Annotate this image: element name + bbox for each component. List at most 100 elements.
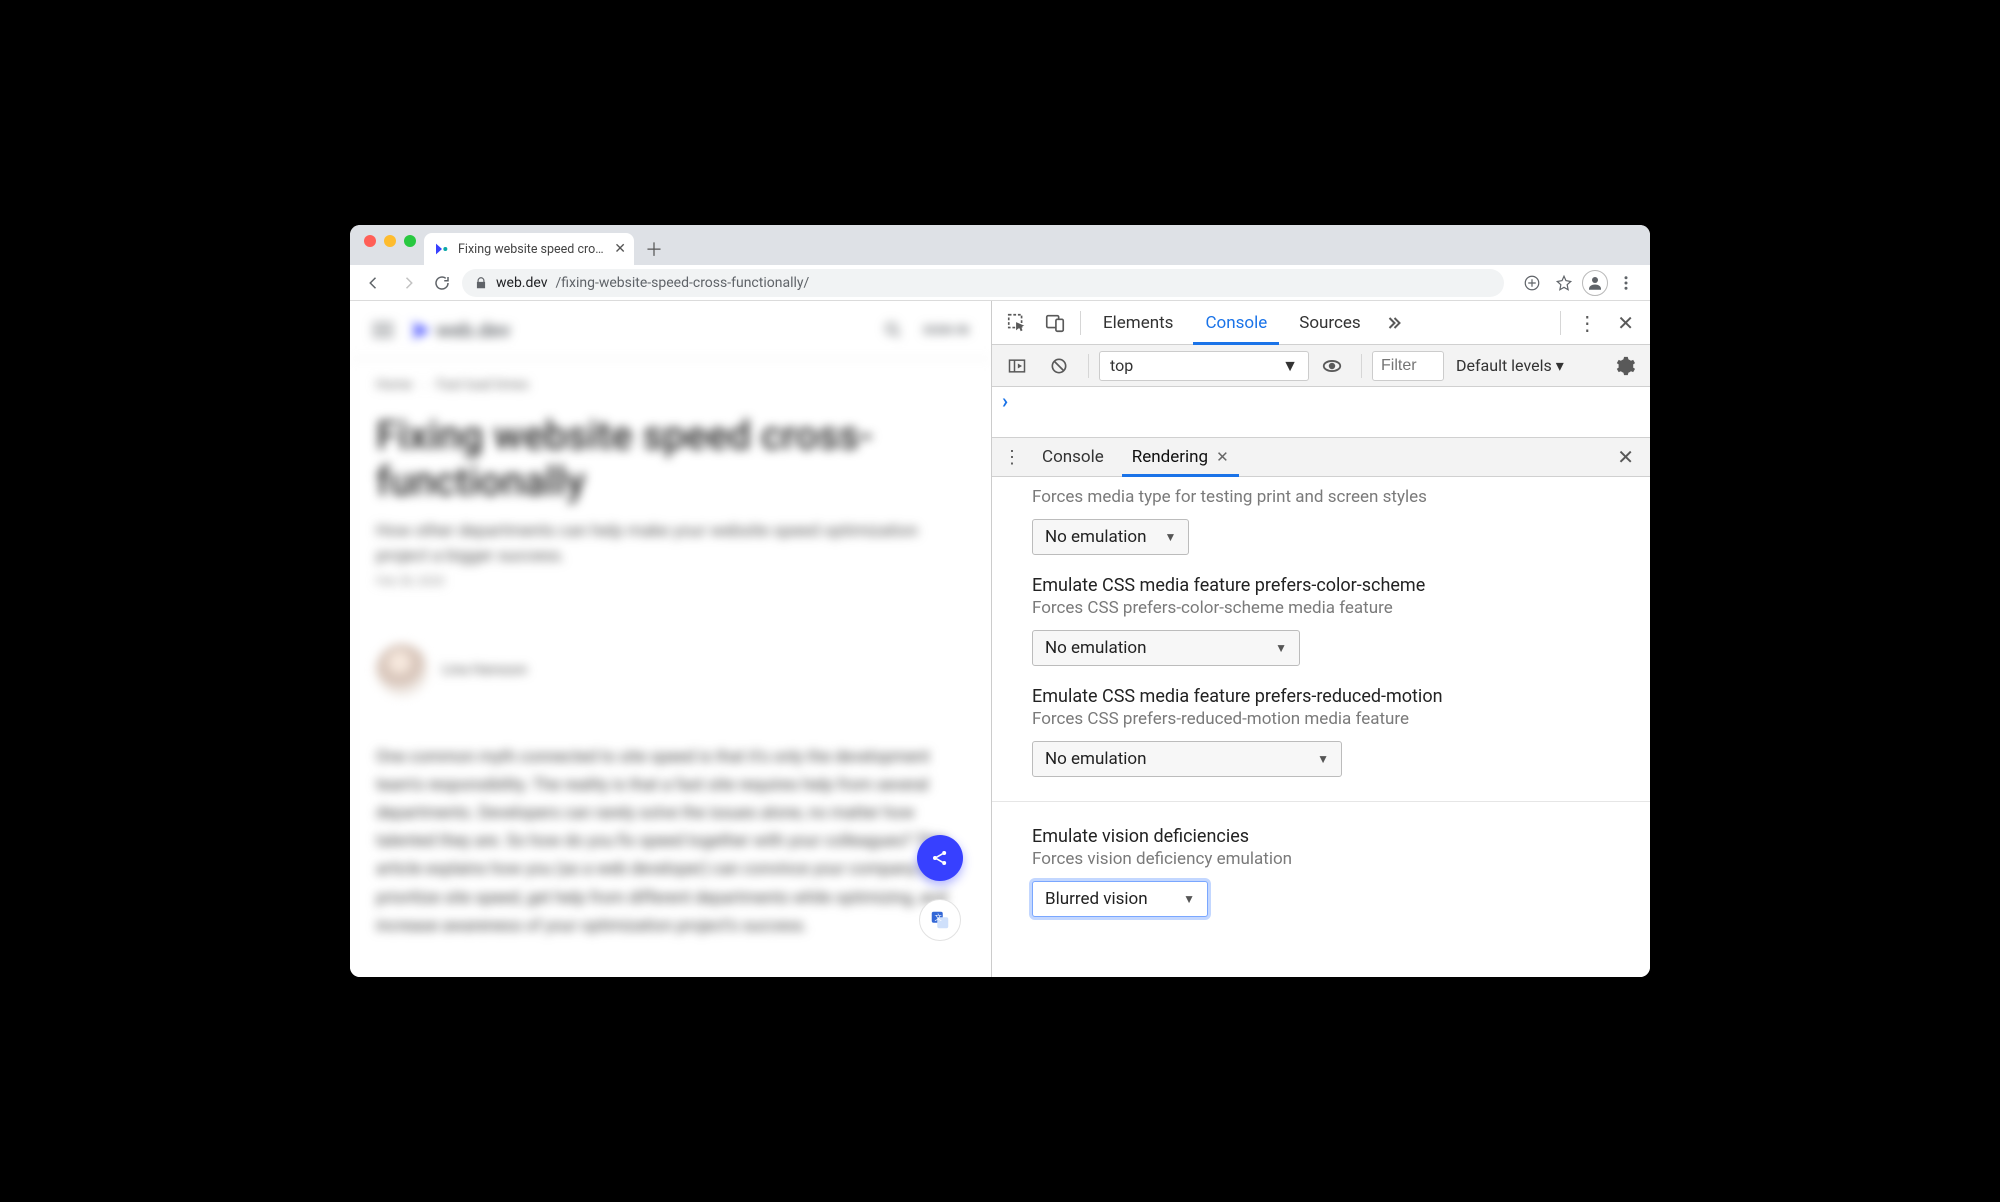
vision-value: Blurred vision (1045, 889, 1148, 909)
crumb-section[interactable]: Fast load times (436, 377, 528, 393)
vision-deficiency-select[interactable]: Blurred vision ▼ (1032, 881, 1208, 917)
page-viewport: ➤ web.dev SIGN IN Home › Fast load times (350, 301, 992, 977)
execution-context-value: top (1110, 356, 1133, 375)
reduced-motion-title: Emulate CSS media feature prefers-reduce… (1032, 686, 1610, 707)
devtools-toolbar: Elements Console Sources ⋮ ✕ (992, 301, 1650, 345)
chevron-down-icon: ▼ (1165, 530, 1177, 544)
drawer-tabstrip: ⋮ Console Rendering ✕ ✕ (992, 437, 1650, 477)
tab-favicon-icon (434, 241, 450, 257)
media-type-select[interactable]: No emulation ▼ (1032, 519, 1189, 555)
console-filter-input[interactable] (1372, 351, 1444, 381)
section-media-type: Forces media type for testing print and … (992, 481, 1650, 569)
signin-link[interactable]: SIGN IN (923, 323, 969, 337)
drawer-tab-console[interactable]: Console (1028, 438, 1118, 476)
window-zoom-icon[interactable] (404, 235, 416, 247)
chevron-down-icon: ▼ (1183, 892, 1195, 906)
reduced-motion-desc: Forces CSS prefers-reduced-motion media … (1032, 709, 1610, 729)
browser-tab[interactable]: Fixing website speed cross-fun ✕ (424, 233, 634, 265)
site-header: ➤ web.dev SIGN IN (350, 301, 991, 359)
tab-sources[interactable]: Sources (1283, 301, 1376, 344)
tab-console[interactable]: Console (1189, 301, 1283, 344)
address-bar[interactable]: web.dev/fixing-website-speed-cross-funct… (462, 269, 1504, 297)
clear-console-icon[interactable] (1040, 347, 1078, 385)
media-type-description: Forces media type for testing print and … (1032, 487, 1610, 507)
window-minimize-icon[interactable] (384, 235, 396, 247)
color-scheme-value: No emulation (1045, 638, 1147, 658)
drawer-tab-console-label: Console (1042, 447, 1104, 467)
drawer-close-icon[interactable]: ✕ (1605, 445, 1646, 469)
media-type-value: No emulation (1045, 527, 1147, 547)
author-name: Lina Hansson (442, 662, 527, 678)
drawer-tab-rendering[interactable]: Rendering ✕ (1118, 438, 1243, 476)
color-scheme-desc: Forces CSS prefers-color-scheme media fe… (1032, 598, 1610, 618)
nav-back-button[interactable] (360, 269, 388, 297)
workspace: ➤ web.dev SIGN IN Home › Fast load times (350, 301, 1650, 977)
svg-text:文: 文 (935, 913, 943, 922)
color-scheme-title: Emulate CSS media feature prefers-color-… (1032, 575, 1610, 596)
devtools-panel: Elements Console Sources ⋮ ✕ (992, 301, 1650, 977)
console-prompt-icon: › (1002, 389, 1008, 413)
device-toolbar-icon[interactable] (1036, 304, 1074, 342)
install-pwa-icon[interactable] (1518, 269, 1546, 297)
browser-toolbar: web.dev/fixing-website-speed-cross-funct… (350, 265, 1650, 301)
new-tab-button[interactable]: ＋ (640, 235, 668, 263)
chevron-right-icon: › (422, 377, 426, 393)
section-color-scheme: Emulate CSS media feature prefers-color-… (992, 569, 1650, 680)
devtools-menu-icon[interactable]: ⋮ (1567, 311, 1607, 335)
nav-forward-button[interactable] (394, 269, 422, 297)
live-expression-icon[interactable] (1313, 347, 1351, 385)
drawer-menu-icon[interactable]: ⋮ (996, 447, 1028, 468)
url-host: web.dev (496, 275, 548, 291)
publish-date: Feb 28, 2020 (376, 574, 965, 588)
chevron-down-icon: ▼ (1282, 356, 1298, 376)
log-levels-select[interactable]: Default levels ▾ (1448, 351, 1572, 381)
section-vision-deficiency: Emulate vision deficiencies Forces visio… (992, 801, 1650, 931)
toolbar-right-icons (1510, 269, 1640, 297)
chrome-menu-icon[interactable] (1612, 269, 1640, 297)
reduced-motion-value: No emulation (1045, 749, 1147, 769)
execution-context-select[interactable]: top ▼ (1099, 351, 1309, 381)
author-byline: Lina Hansson (376, 644, 965, 696)
article-body: One common myth connected to site speed … (376, 744, 956, 940)
share-fab-button[interactable] (917, 835, 963, 881)
section-reduced-motion: Emulate CSS media feature prefers-reduce… (992, 680, 1650, 791)
author-photo (376, 644, 428, 696)
site-brand[interactable]: ➤ web.dev (410, 316, 510, 344)
lock-icon (474, 276, 488, 290)
drawer-tab-rendering-label: Rendering (1132, 447, 1208, 467)
tab-title: Fixing website speed cross-fun (458, 242, 606, 257)
console-sidebar-toggle-icon[interactable] (998, 347, 1036, 385)
color-scheme-select[interactable]: No emulation ▼ (1032, 630, 1300, 666)
webdev-logo-icon: ➤ (410, 316, 430, 344)
console-output[interactable]: › (992, 387, 1650, 437)
console-toolbar: top ▼ Default levels ▾ (992, 345, 1650, 387)
tab-overflow-icon[interactable] (1377, 301, 1417, 344)
url-path: /fixing-website-speed-cross-functionally… (556, 275, 810, 291)
vision-desc: Forces vision deficiency emulation (1032, 849, 1610, 869)
nav-reload-button[interactable] (428, 269, 456, 297)
menu-icon[interactable] (372, 323, 394, 337)
browser-tab-strip: Fixing website speed cross-fun ✕ ＋ (350, 225, 1650, 265)
vision-title: Emulate vision deficiencies (1032, 826, 1610, 847)
rendering-panel: Forces media type for testing print and … (992, 477, 1650, 977)
site-search-icon[interactable] (879, 316, 907, 344)
devtools-tabs: Elements Console Sources (1087, 301, 1417, 344)
breadcrumb: Home › Fast load times (376, 377, 965, 393)
profile-avatar-icon[interactable] (1582, 270, 1608, 296)
site-brand-text: web.dev (436, 318, 510, 342)
page-subtitle: How other departments can help make your… (376, 519, 936, 568)
window-close-icon[interactable] (364, 235, 376, 247)
inspect-element-icon[interactable] (998, 304, 1036, 342)
chevron-down-icon: ▼ (1275, 641, 1287, 655)
translate-fab-button[interactable]: 文 (919, 899, 961, 941)
tab-close-icon[interactable]: ✕ (614, 241, 626, 257)
reduced-motion-select[interactable]: No emulation ▼ (1032, 741, 1342, 777)
page-title: Fixing website speed cross-functionally (376, 413, 965, 505)
drawer-tab-close-icon[interactable]: ✕ (1216, 448, 1229, 466)
bookmark-star-icon[interactable] (1550, 269, 1578, 297)
tab-elements[interactable]: Elements (1087, 301, 1189, 344)
window-traffic-lights (360, 225, 424, 265)
console-settings-icon[interactable] (1606, 347, 1644, 385)
devtools-close-icon[interactable]: ✕ (1607, 311, 1644, 335)
crumb-home[interactable]: Home (376, 377, 412, 393)
